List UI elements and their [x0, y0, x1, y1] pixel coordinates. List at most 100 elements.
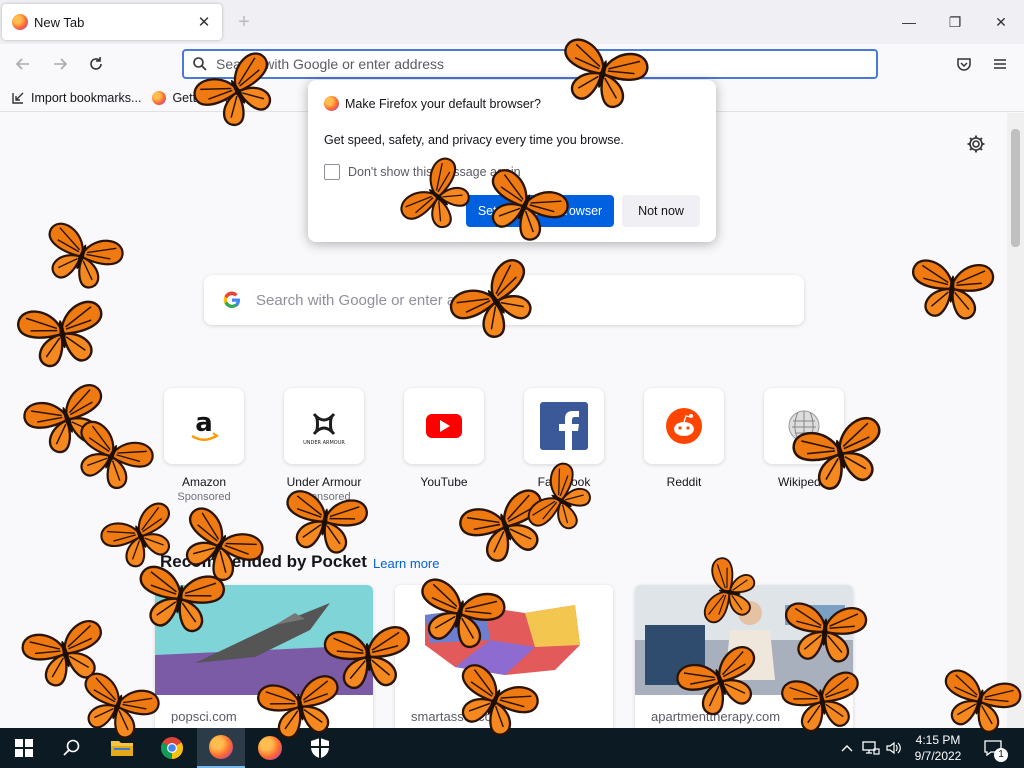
- url-bar[interactable]: [182, 49, 878, 79]
- dont-show-again-row[interactable]: Don't show this message again: [324, 164, 521, 180]
- dont-show-again-checkbox[interactable]: [324, 164, 340, 180]
- bookmark-import[interactable]: Import bookmarks...: [10, 90, 141, 106]
- sponsored-label: Sponsored: [177, 491, 231, 503]
- set-default-browser-button[interactable]: Set as default browser: [466, 195, 614, 227]
- bookmark-label: Getting Started: [172, 90, 257, 105]
- page-scrollbar[interactable]: [1007, 113, 1024, 728]
- story-source: apartmenttherapy.com: [651, 709, 781, 724]
- reddit-logo-icon: [644, 388, 724, 464]
- reload-icon: [90, 57, 102, 70]
- notification-center-button[interactable]: 1: [978, 728, 1008, 768]
- tile-label: Reddit: [666, 475, 702, 489]
- speaker-icon: [886, 741, 901, 755]
- start-button[interactable]: [0, 728, 48, 768]
- firefox-icon: [324, 96, 339, 111]
- tab-new-tab[interactable]: New Tab ✕: [2, 4, 222, 40]
- story-card[interactable]: smartasset.com: [395, 585, 613, 728]
- firefox-icon: [12, 14, 28, 30]
- tab-title: New Tab: [34, 14, 85, 30]
- search-icon: [63, 739, 80, 756]
- tile-label: Under Armour: [286, 475, 362, 489]
- gear-icon: [967, 135, 985, 153]
- tile-label: YouTube: [420, 475, 468, 489]
- chrome-button[interactable]: [148, 728, 196, 768]
- dont-show-again-label[interactable]: Don't show this message again: [348, 165, 521, 179]
- youtube-logo-icon: [404, 388, 484, 464]
- sponsored-label: Sponsored: [297, 491, 351, 503]
- bookmark-label: Import bookmarks...: [31, 90, 142, 105]
- under-armour-logo-text: UNDER ARMOUR: [303, 440, 345, 446]
- google-icon: [223, 291, 240, 309]
- svg-text:a: a: [195, 408, 213, 438]
- chrome-icon: [161, 737, 183, 759]
- pocket-icon: [957, 58, 971, 71]
- clock-time: 4:15 PM: [915, 733, 961, 747]
- top-site-reddit[interactable]: Reddit: [644, 388, 724, 489]
- story-image: [635, 585, 853, 695]
- firefox-icon: [209, 735, 233, 759]
- wikipedia-logo-icon: [764, 388, 844, 464]
- menu-button[interactable]: [987, 51, 1013, 77]
- amazon-logo-icon: a: [164, 388, 244, 464]
- not-now-button[interactable]: Not now: [622, 195, 700, 227]
- main-search-input[interactable]: [256, 291, 804, 309]
- notification-count-badge: 1: [994, 748, 1008, 762]
- main-search-box[interactable]: [204, 275, 804, 325]
- nav-bar: [0, 44, 1024, 84]
- firefox-icon: [258, 736, 282, 760]
- story-card[interactable]: apartmenttherapy.com: [635, 585, 853, 728]
- top-site-under-armour[interactable]: UNDER ARMOUR Under Armour Sponsored: [284, 388, 364, 503]
- back-button[interactable]: [10, 51, 36, 77]
- import-icon: [10, 90, 26, 106]
- tile-label: Wikipedia: [777, 475, 831, 489]
- story-image: [155, 585, 373, 695]
- minimize-button[interactable]: —: [886, 6, 932, 38]
- story-source: popsci.com: [171, 709, 237, 724]
- file-explorer-button[interactable]: [98, 728, 146, 768]
- pocket-learn-more-link[interactable]: Learn more: [373, 556, 439, 571]
- default-browser-dialog: Make Firefox your default browser? Get s…: [308, 80, 716, 242]
- tile-label: Facebook: [537, 475, 591, 489]
- shield-icon: [311, 738, 329, 758]
- dialog-title-row: Make Firefox your default browser?: [324, 96, 541, 111]
- folder-icon: [111, 741, 133, 756]
- firefox-taskbar-button-2[interactable]: [246, 728, 294, 768]
- network-icon: [862, 741, 880, 755]
- firefox-taskbar-button[interactable]: [197, 728, 245, 768]
- windows-logo-icon: [15, 739, 33, 757]
- close-window-button[interactable]: ✕: [978, 6, 1024, 38]
- forward-button[interactable]: [47, 51, 73, 77]
- pocket-button[interactable]: [951, 51, 977, 77]
- story-image: [395, 585, 613, 695]
- title-bar: New Tab ✕ + — ❐ ✕: [0, 0, 1024, 44]
- top-site-amazon[interactable]: a Amazon Sponsored: [164, 388, 244, 503]
- top-site-facebook[interactable]: Facebook: [524, 388, 604, 489]
- windows-taskbar: 4:15 PM 9/7/2022 1: [0, 728, 1024, 768]
- show-hidden-icons-button[interactable]: [838, 728, 856, 768]
- volume-button[interactable]: [884, 728, 904, 768]
- windows-security-button[interactable]: [296, 728, 344, 768]
- new-tab-button[interactable]: +: [232, 10, 256, 34]
- facebook-logo-icon: [524, 388, 604, 464]
- scrollbar-thumb[interactable]: [1011, 129, 1020, 247]
- maximize-button[interactable]: ❐: [932, 6, 978, 38]
- story-card[interactable]: popsci.com: [155, 585, 373, 728]
- settings-gear-button[interactable]: [965, 133, 987, 155]
- taskbar-clock[interactable]: 4:15 PM 9/7/2022: [904, 732, 972, 764]
- arrow-right-icon: [54, 58, 68, 70]
- tile-label: Amazon: [181, 475, 227, 489]
- bookmark-getting-started[interactable]: Getting Started: [151, 90, 257, 106]
- close-tab-button[interactable]: ✕: [194, 12, 214, 32]
- taskbar-search-button[interactable]: [48, 728, 96, 768]
- network-button[interactable]: [860, 728, 882, 768]
- arrow-left-icon: [15, 58, 29, 70]
- under-armour-logo-icon: UNDER ARMOUR: [284, 388, 364, 464]
- firefox-icon: [151, 90, 167, 106]
- top-site-wikipedia[interactable]: Wikipedia: [764, 388, 844, 489]
- reload-button[interactable]: [83, 51, 109, 77]
- story-source: smartasset.com: [411, 709, 503, 724]
- top-site-youtube[interactable]: YouTube: [404, 388, 484, 489]
- top-sites: a Amazon Sponsored UNDER ARMOUR Under Ar…: [164, 388, 844, 508]
- dialog-title: Make Firefox your default browser?: [345, 96, 541, 111]
- url-input[interactable]: [216, 56, 876, 72]
